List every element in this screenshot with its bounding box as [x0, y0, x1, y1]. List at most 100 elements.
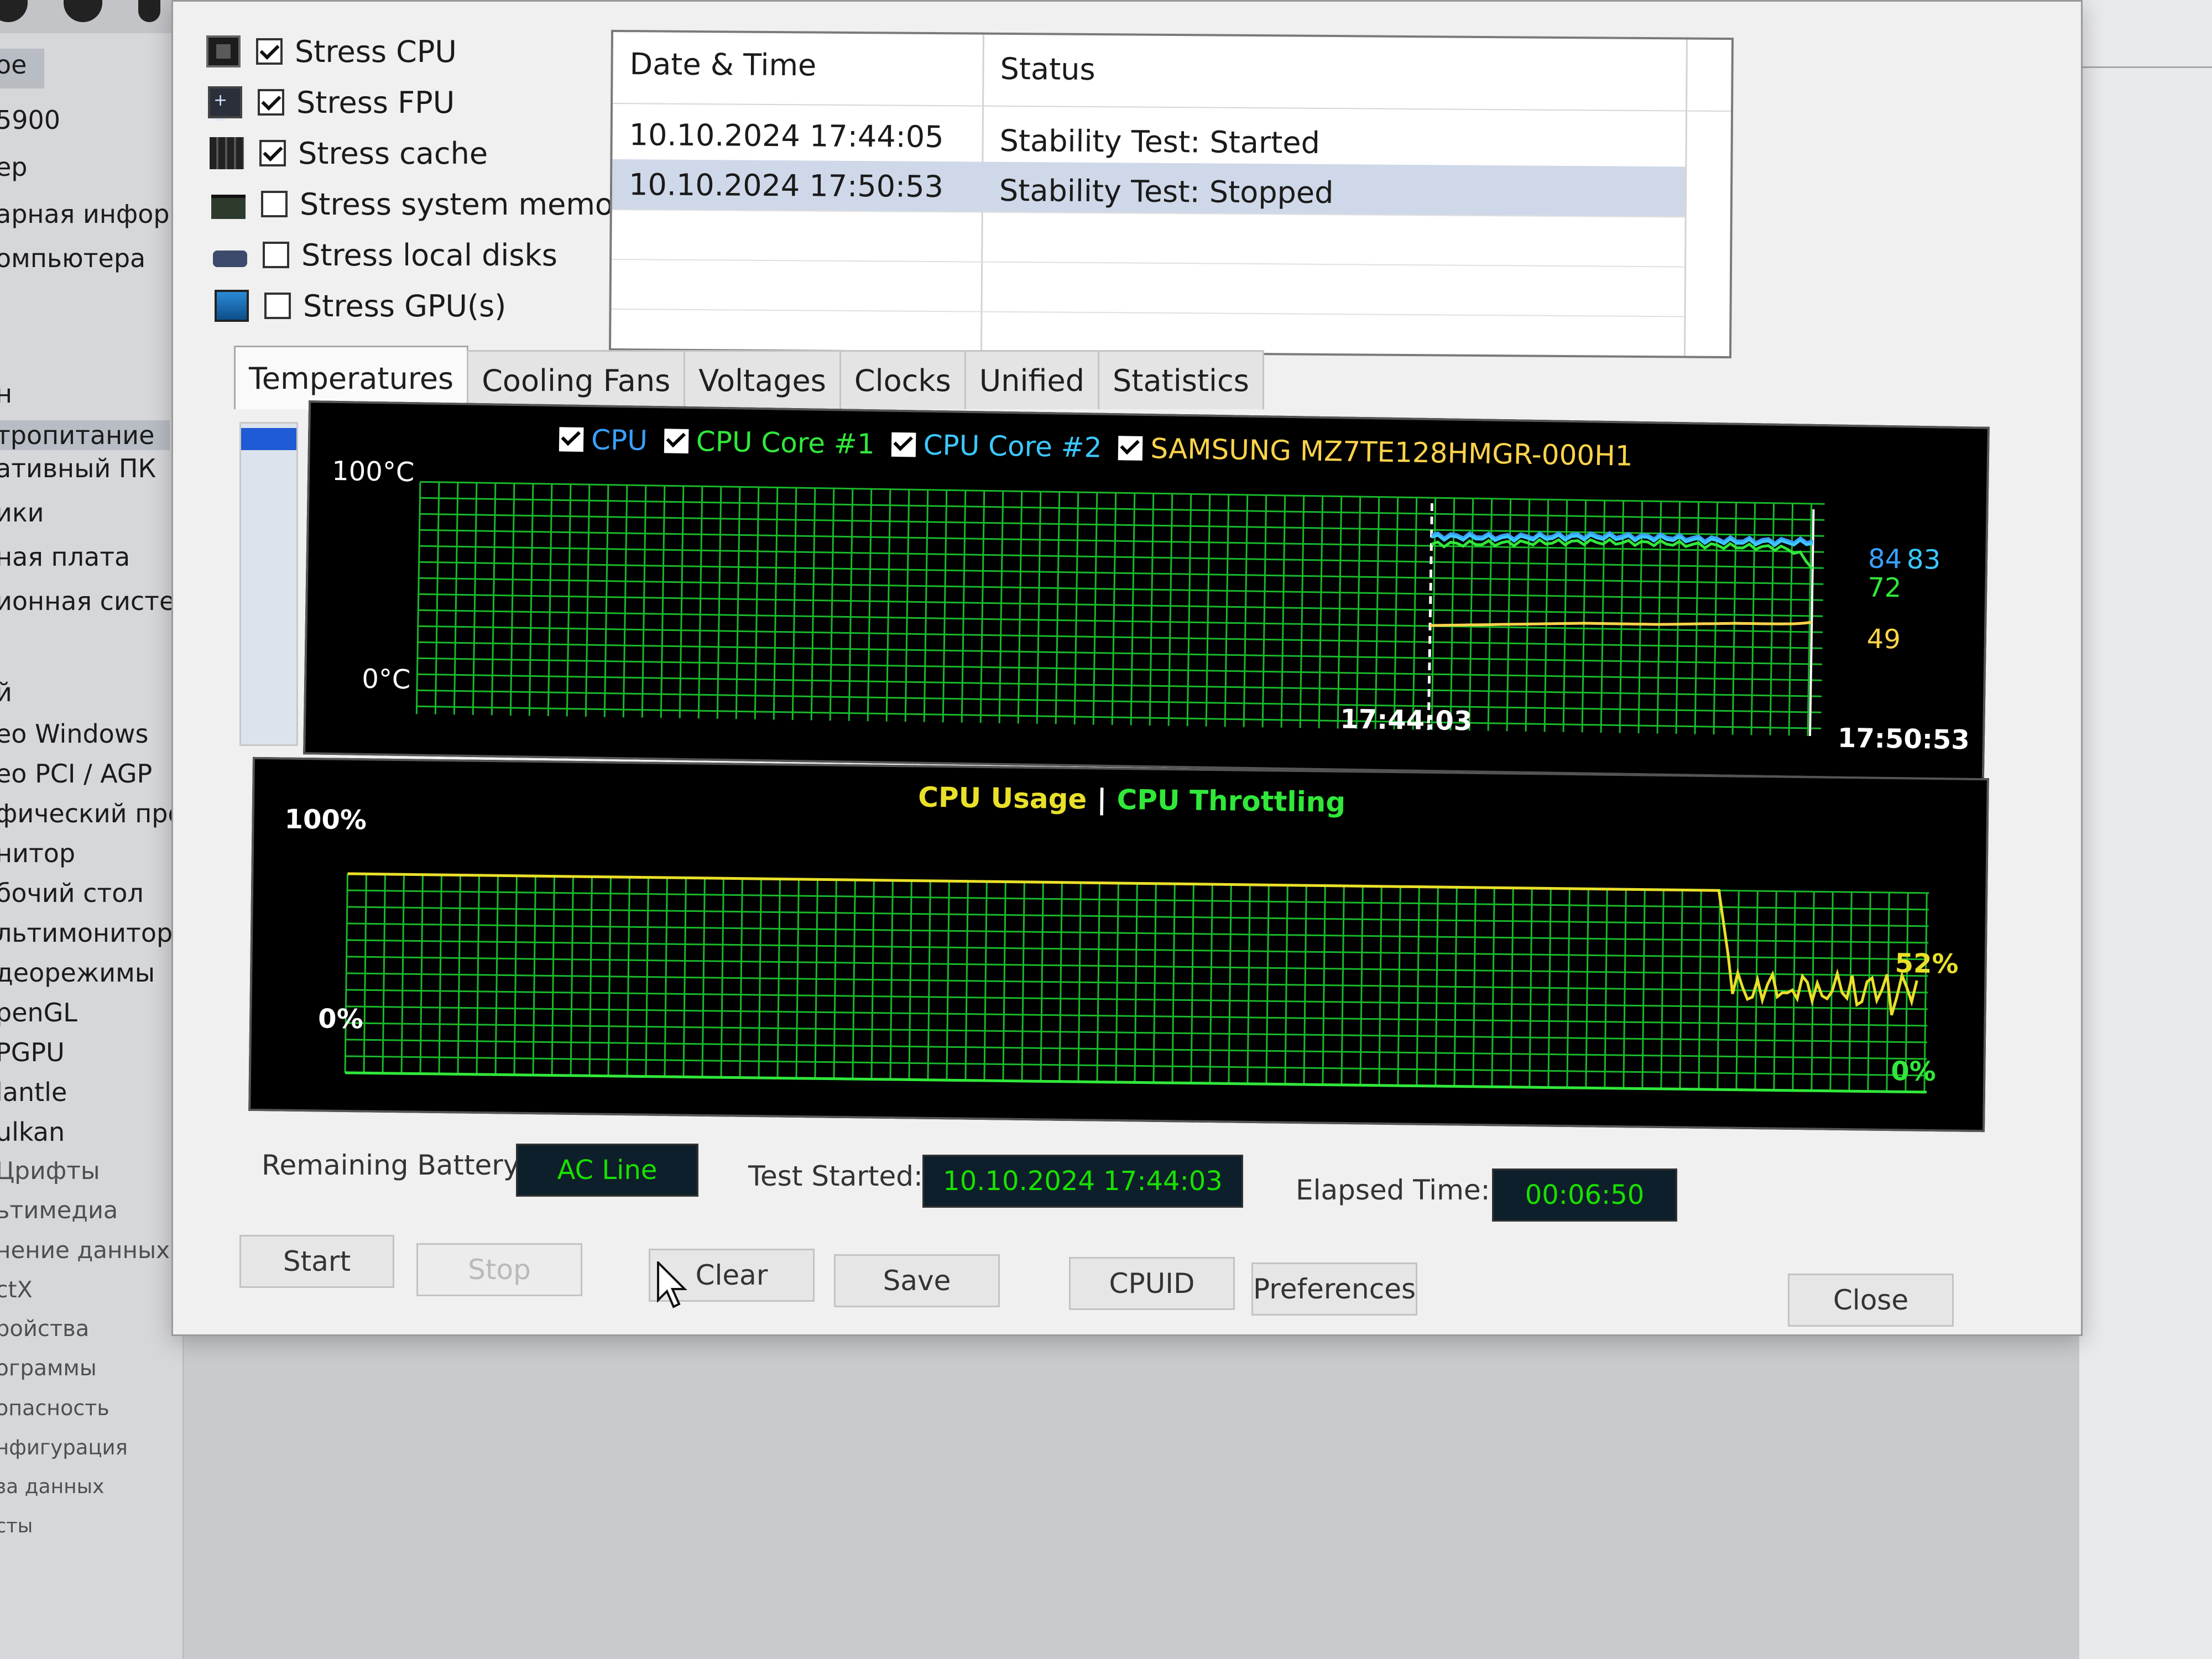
sidebar-item[interactable]: PGPU	[0, 1037, 65, 1067]
preferences-button[interactable]: Preferences	[1251, 1262, 1417, 1316]
sidebar-item[interactable]: Црифты	[0, 1157, 100, 1185]
stress-option[interactable]: Stress FPU	[208, 83, 455, 129]
y-axis-top-label: 100°C	[331, 455, 415, 488]
stress-checkbox[interactable]	[264, 293, 291, 319]
usage-legend: CPU Usage | CPU Throttling	[918, 781, 1346, 818]
tab-temperatures[interactable]: Temperatures	[234, 346, 469, 409]
stress-checkbox[interactable]	[263, 242, 289, 268]
sidebar-item[interactable]: penGL	[0, 998, 77, 1027]
elapsed-time-label: Elapsed Time:	[1296, 1174, 1490, 1206]
usage-y-top-label: 100%	[284, 804, 367, 836]
end-value-ssd: 49	[1866, 623, 1901, 655]
fpu-icon	[208, 86, 242, 129]
sidebar-item[interactable]: ео Windows	[0, 719, 148, 749]
tab-cooling-fans[interactable]: Cooling Fans	[467, 350, 686, 409]
stability-test-window: Stress CPU Stress FPU Stress cache Stress s…	[171, 0, 2083, 1336]
start-button[interactable]: Start	[239, 1235, 394, 1288]
sidebar-item[interactable]: ео PCI / AGP	[0, 759, 152, 789]
sidebar-item[interactable]: бочий стол	[0, 878, 144, 908]
sidebar-item[interactable]: нфигурация	[0, 1436, 128, 1459]
sidebar-item[interactable]: арная инфор	[0, 199, 170, 229]
stress-checkbox[interactable]	[259, 140, 286, 166]
stress-checkbox[interactable]	[256, 38, 283, 65]
table-row	[611, 258, 1685, 317]
sidebar-item[interactable]: ионная систем	[0, 586, 194, 616]
cpu-icon	[206, 35, 241, 67]
tab-unified[interactable]: Unified	[964, 350, 1100, 409]
stress-option-label: Stress system memory	[300, 186, 644, 222]
row-status: Stability Test: Stopped	[999, 173, 1334, 211]
grid	[344, 873, 1929, 1093]
sidebar-item[interactable]: ная плата	[0, 542, 130, 572]
cpuid-button[interactable]: CPUID	[1069, 1257, 1235, 1310]
tab-voltages[interactable]: Voltages	[684, 350, 841, 409]
toolbar-icon[interactable]	[64, 0, 102, 22]
end-value-cpu: 84	[1867, 543, 1902, 575]
sidebar-item[interactable]: деорежимы	[0, 958, 155, 988]
tab-statistics[interactable]: Statistics	[1098, 350, 1264, 409]
legend-checkbox-cpu[interactable]	[559, 427, 584, 452]
stress-checkbox[interactable]	[258, 89, 284, 116]
sidebar-item[interactable]: за данных	[0, 1475, 104, 1498]
sidebar-item[interactable]: ограммы	[0, 1356, 97, 1381]
sidebar-item[interactable]: ulkan	[0, 1117, 65, 1147]
stress-option[interactable]: Stress CPU	[206, 32, 457, 71]
legend-checkbox-ssd[interactable]	[1118, 436, 1143, 461]
sidebar-item[interactable]: нение данных	[0, 1237, 170, 1264]
stress-option[interactable]: Stress cache	[210, 134, 488, 173]
test-started-label: Test Started:	[748, 1160, 923, 1192]
sidebar-item[interactable]: lantle	[0, 1077, 67, 1107]
sidebar-item[interactable]: ьтимедиа	[0, 1197, 118, 1224]
sensor-list-scroll[interactable]	[239, 422, 298, 746]
sidebar-item[interactable]: опасность	[0, 1396, 109, 1420]
legend-checkbox-core2[interactable]	[891, 432, 916, 457]
column-header-status[interactable]: Status	[1000, 51, 1095, 87]
table-row	[612, 208, 1685, 268]
sidebar-item[interactable]: ативный ПК	[0, 453, 156, 483]
sidebar-item[interactable]: ики	[0, 498, 44, 528]
test-started-value: 10.10.2024 17:44:03	[922, 1155, 1243, 1208]
temperature-graph: CPU CPU Core #1 CPU Core #2 SAMSUNG MZ7T…	[303, 400, 1990, 781]
cache-icon	[210, 137, 244, 169]
sidebar-item[interactable]: 5900	[0, 105, 60, 135]
column-header-datetime[interactable]: Date & Time	[629, 46, 816, 82]
x-axis-start-label: 17:44:03	[1339, 703, 1473, 737]
sidebar-item[interactable]: ctX	[0, 1276, 33, 1303]
close-button[interactable]: Close	[1788, 1274, 1954, 1327]
sidebar-item[interactable]: н	[0, 379, 12, 409]
table-row[interactable]: 10.10.2024 17:44:05 Stability Test: Star…	[612, 109, 1686, 168]
log-header: Date & Time Status	[613, 32, 1731, 112]
sidebar-item[interactable]: тропитание	[0, 420, 170, 450]
row-datetime: 10.10.2024 17:50:53	[628, 167, 944, 205]
sidebar-item[interactable]: нитор	[0, 838, 75, 868]
tab-clocks[interactable]: Clocks	[839, 350, 966, 409]
sidebar-item[interactable]: ое	[0, 50, 43, 80]
table-row[interactable]: 10.10.2024 17:50:53 Stability Test: Stop…	[612, 159, 1686, 218]
save-button[interactable]: Save	[834, 1254, 1000, 1307]
sidebar-item[interactable]: льтимонитор	[0, 918, 173, 948]
legend-checkbox-core1[interactable]	[664, 429, 689, 453]
stop-button[interactable]: Stop	[416, 1243, 582, 1296]
sidebar-item[interactable]: фический проц	[0, 799, 201, 828]
toolbar-icon[interactable]	[0, 0, 28, 22]
sidebar-item[interactable]: й	[0, 677, 12, 707]
legend-cpu-usage: CPU Usage	[917, 781, 1087, 816]
stress-option[interactable]: Stress local disks	[213, 236, 557, 274]
log-table[interactable]: Date & Time Status 10.10.2024 17:44:05 S…	[609, 29, 1734, 359]
stress-option[interactable]: Stress system memory	[211, 185, 643, 223]
legend-label-core1: CPU Core #1	[696, 425, 875, 461]
sidebar-item[interactable]: ер	[0, 152, 28, 182]
sidebar-item[interactable]: ройства	[0, 1316, 89, 1342]
sidebar-item[interactable]: омпьютера	[0, 243, 145, 273]
sidebar-item[interactable]: сты	[0, 1515, 33, 1537]
stress-checkbox[interactable]	[261, 191, 288, 217]
throttling-line	[345, 1071, 1927, 1094]
legend-cpu-throttling: CPU Throttling	[1117, 783, 1346, 818]
stress-option[interactable]: Stress GPU(s)	[215, 286, 506, 325]
background-sidebar: ое 5900 ер арная инфор омпьютера н тропитание а…	[0, 0, 201, 1659]
usage-end-value: 52%	[1895, 948, 1959, 980]
toolbar-icon[interactable]	[138, 0, 160, 22]
y-axis-bottom-label: 0°C	[361, 663, 411, 696]
legend-label-cpu: CPU	[591, 424, 648, 457]
gpu-icon	[215, 290, 249, 322]
